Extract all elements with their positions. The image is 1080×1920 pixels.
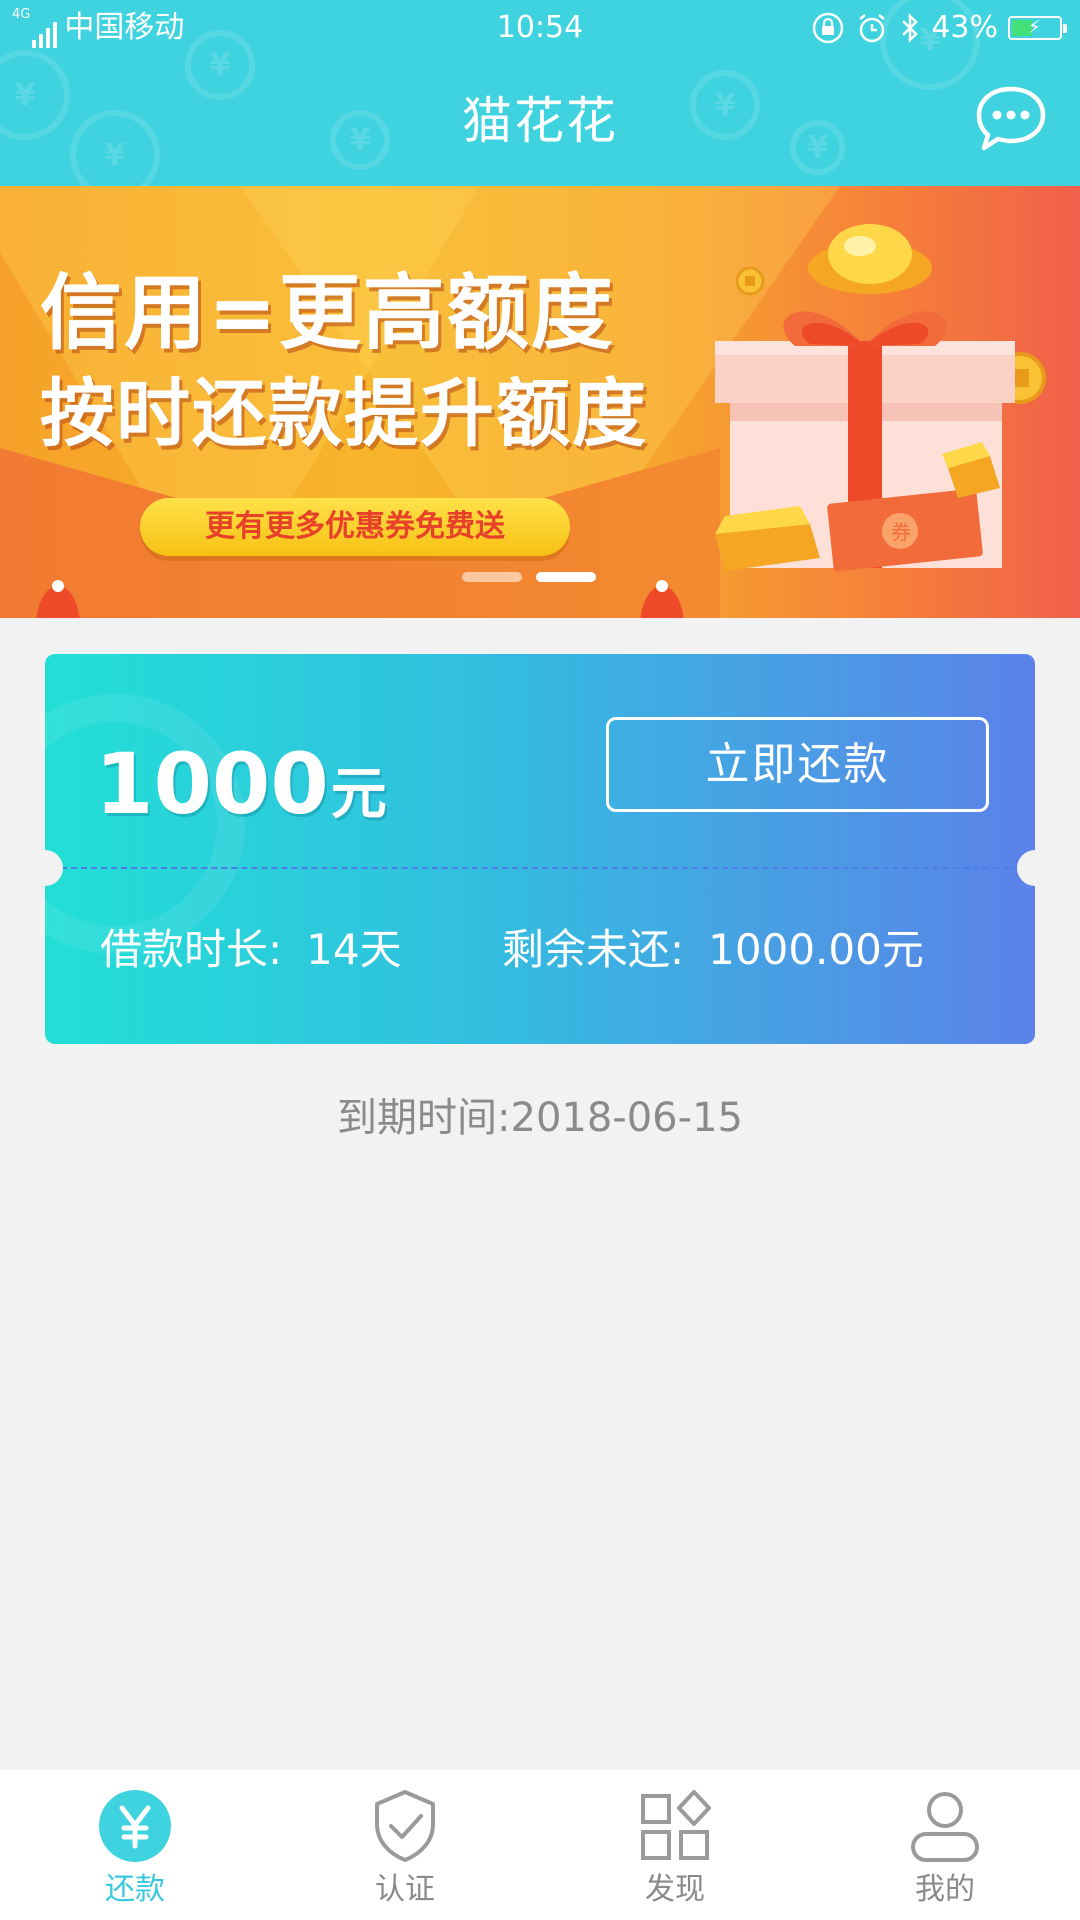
loan-duration-label: 借款时长: [100,925,283,974]
remaining-balance-label: 剩余未还: [502,925,685,974]
tab-repay[interactable]: 还款 [0,1770,270,1920]
loan-amount-value: 1000 [95,735,329,833]
gift-box-icon: 券 [715,224,1046,572]
tab-mine[interactable]: 我的 [810,1770,1080,1920]
bell-decoration-icon [640,580,684,618]
repay-now-button[interactable]: 立即还款 [606,717,989,812]
rotation-lock-icon [813,12,844,44]
pagination-dot[interactable] [462,572,522,582]
tab-verify[interactable]: 认证 [270,1770,540,1920]
bell-decoration-icon [36,580,80,618]
grid-icon [641,1790,711,1860]
banner-pagination [462,572,610,582]
tab-label: 认证 [375,1872,435,1907]
pagination-dot-active[interactable] [536,572,596,582]
yuan-icon [99,1790,171,1862]
bluetooth-icon [902,12,919,44]
loan-card: 1000 元 立即还款 借款时长: 14天 剩余未还: 1000.00元 [45,654,1035,1044]
banner-subheadline: 按时还款提升额度 [40,371,648,457]
chat-bubble-icon [976,86,1046,151]
tab-label: 还款 [105,1872,165,1907]
shield-check-icon [375,1790,435,1862]
loan-amount: 1000 元 [95,734,387,834]
bottom-tab-bar: 还款 认证 发现 我的 [0,1770,1080,1920]
screen: ¥ ¥ ¥ ¥ ¥ ¥ ¥ 4G 中国移动 10:54 43% ⚡ 猫花花 信用… [0,0,1080,1920]
promo-banner[interactable]: 信用=更高额度 按时还款提升额度 更有更多优惠券免费送 券 [0,186,1080,618]
card-notch-right [1017,850,1035,886]
message-button[interactable] [974,84,1048,154]
loan-duration-value: 14天 [306,925,402,974]
banner-headline: 信用=更高额度 [40,266,615,361]
dashed-divider [61,867,1019,869]
loan-amount-unit: 元 [330,762,387,827]
battery-icon: ⚡ [1008,16,1067,40]
page-title: 猫花花 [462,92,618,150]
banner-coupon-pill: 更有更多优惠券免费送 [140,498,570,556]
remaining-balance: 剩余未还: 1000.00元 [502,920,924,980]
app-header: ¥ ¥ ¥ ¥ ¥ ¥ ¥ 4G 中国移动 10:54 43% ⚡ 猫花花 [0,0,1080,186]
coupon-label: 券 [891,520,911,544]
tab-label: 我的 [915,1872,975,1907]
tab-discover[interactable]: 发现 [540,1770,810,1920]
alarm-icon [859,14,886,43]
remaining-balance-value: 1000.00元 [708,925,924,974]
due-date: 到期时间:2018-06-15 [337,1095,743,1141]
user-icon [911,1792,979,1862]
status-bar: 4G 中国移动 10:54 43% ⚡ [0,0,1080,56]
tab-label: 发现 [645,1872,705,1907]
loan-duration: 借款时长: 14天 [100,920,402,980]
battery-percent: 43% [931,10,998,45]
